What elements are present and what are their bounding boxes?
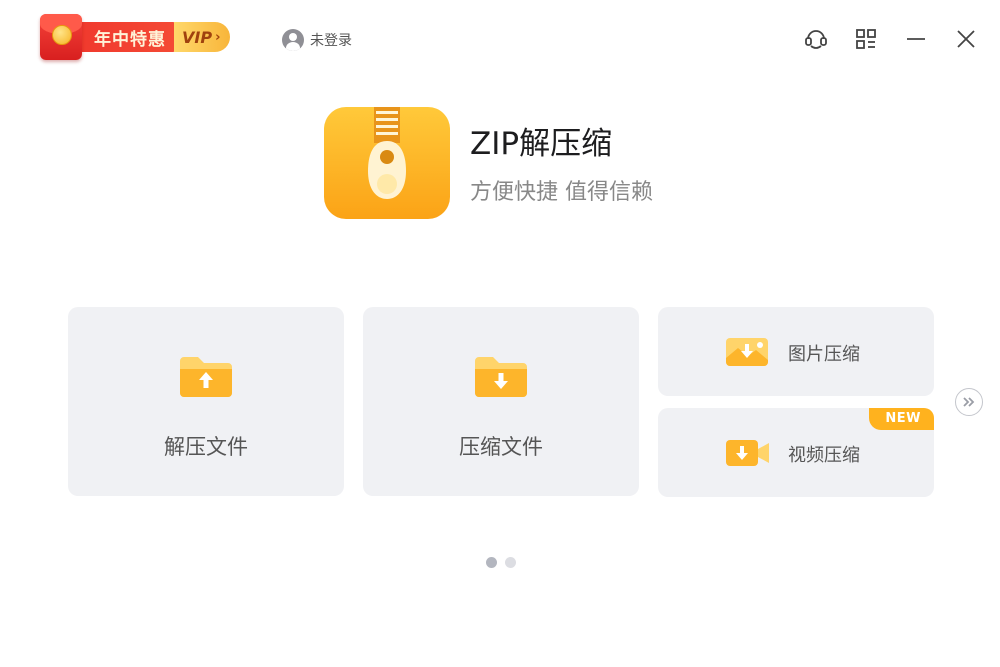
- image-compress-card[interactable]: 图片压缩: [658, 307, 934, 396]
- folder-download-icon: [475, 357, 527, 397]
- video-compress-label: 视频压缩: [788, 445, 860, 466]
- pagination-dots: [486, 557, 516, 568]
- promo-banner[interactable]: 年中特惠 VIP ›: [40, 14, 231, 60]
- compress-file-label: 压缩文件: [459, 435, 543, 459]
- extract-file-label: 解压文件: [164, 435, 248, 459]
- close-icon: [957, 30, 975, 48]
- next-page-button[interactable]: [955, 388, 983, 416]
- customer-service-button[interactable]: [802, 25, 830, 53]
- promo-label: 年中特惠: [76, 22, 176, 52]
- video-compress-icon: [726, 440, 769, 466]
- login-button[interactable]: 未登录: [282, 29, 352, 51]
- grid-menu-icon: [856, 29, 876, 49]
- new-badge: NEW: [869, 408, 934, 430]
- extract-file-card[interactable]: 解压文件: [68, 307, 344, 496]
- menu-button[interactable]: [852, 25, 880, 53]
- folder-upload-icon: [180, 357, 232, 397]
- chevron-right-icon: ›: [215, 29, 221, 45]
- vip-badge: VIP ›: [174, 22, 231, 52]
- minimize-button[interactable]: [902, 25, 930, 53]
- app-title: ZIP解压缩: [470, 126, 613, 162]
- app-logo: [324, 107, 450, 219]
- image-compress-label: 图片压缩: [788, 344, 860, 365]
- user-status-label: 未登录: [310, 33, 352, 49]
- app-subtitle: 方便快捷 值得信赖: [470, 180, 653, 205]
- window-controls: [802, 25, 980, 53]
- red-envelope-icon: [40, 14, 82, 60]
- page-dot-1[interactable]: [486, 557, 497, 568]
- video-compress-card[interactable]: 视频压缩 NEW: [658, 408, 934, 497]
- headset-icon: [805, 30, 827, 49]
- user-avatar-icon: [282, 29, 304, 51]
- minimize-icon: [907, 38, 925, 40]
- image-compress-icon: [726, 338, 768, 366]
- zipper-icon: [368, 107, 406, 199]
- double-chevron-right-icon: [963, 397, 975, 407]
- close-button[interactable]: [952, 25, 980, 53]
- compress-file-card[interactable]: 压缩文件: [363, 307, 639, 496]
- vip-label: VIP: [182, 27, 213, 47]
- page-dot-2[interactable]: [505, 557, 516, 568]
